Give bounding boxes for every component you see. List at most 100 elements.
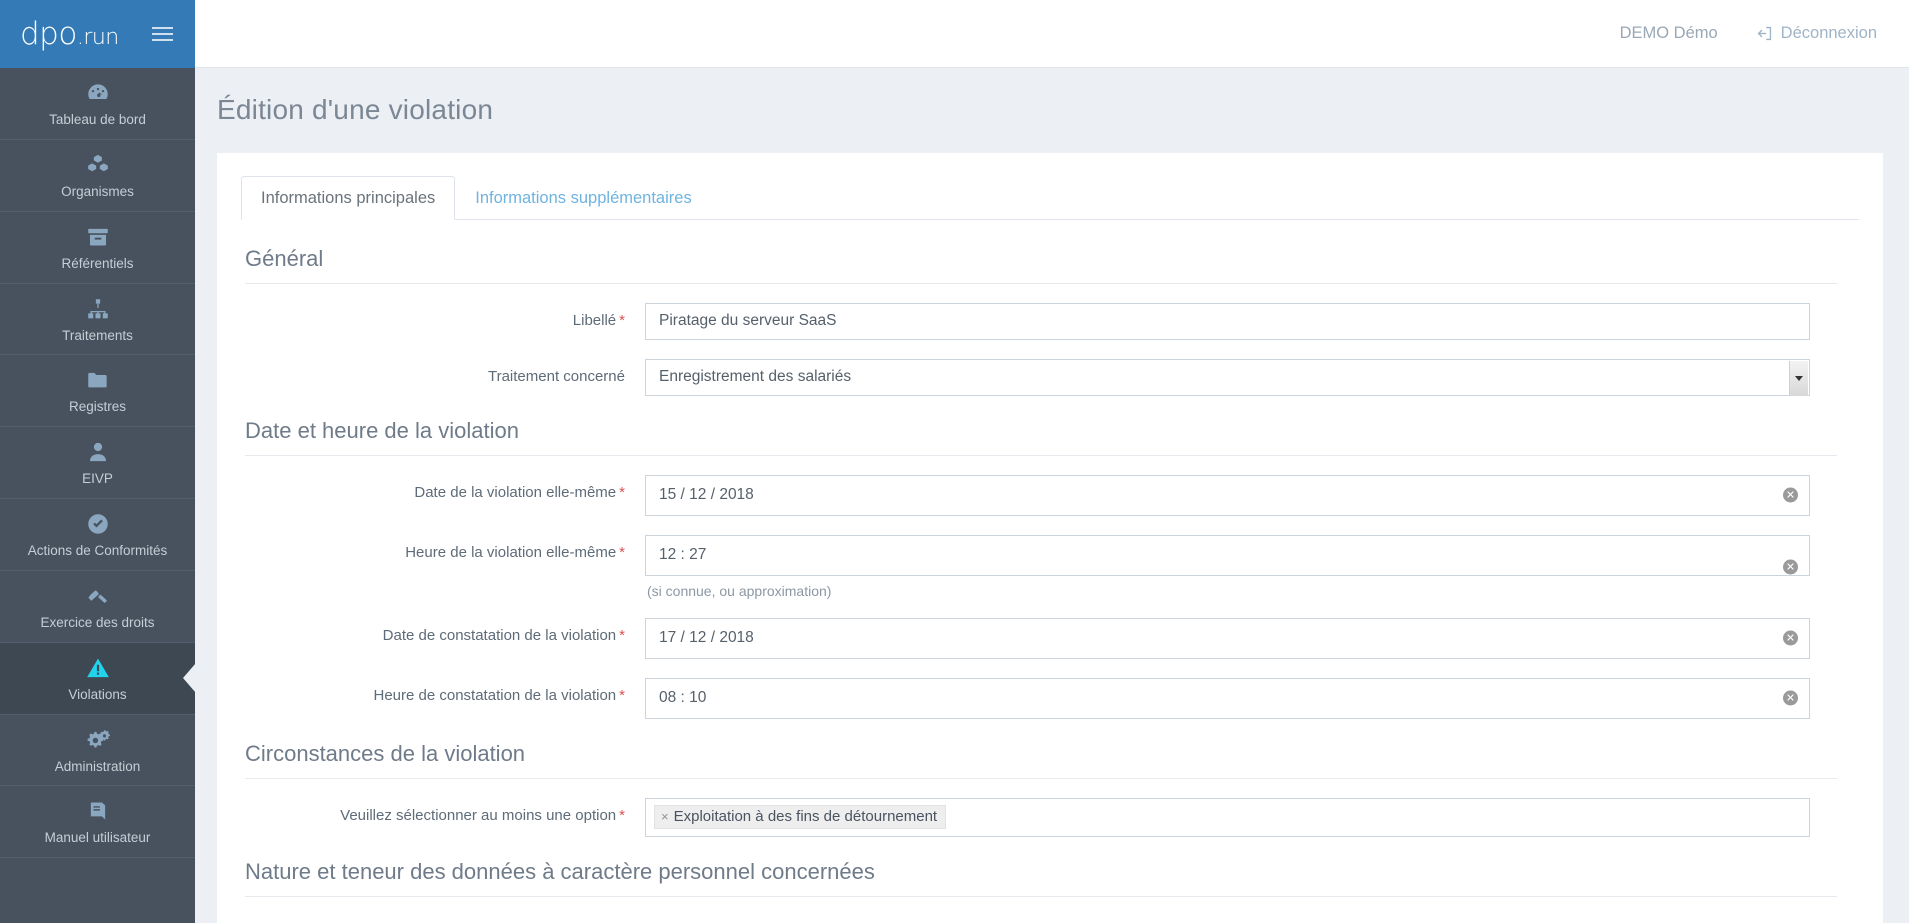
clear-circle-icon[interactable]: ✕ (1783, 559, 1798, 575)
sidebar-item-exercice-des-droits[interactable]: Exercice des droits (0, 571, 195, 643)
check-circle-icon (4, 511, 191, 537)
date-violation-input[interactable]: 15 / 12 / 2018 (645, 474, 1810, 516)
required-marker: * (619, 626, 625, 644)
chevron-down-icon[interactable] (1789, 360, 1808, 396)
circonstances-tag-input[interactable]: × Exploitation à des fins de détournemen… (645, 797, 1810, 837)
field-row-heure-violation: Heure de la violation elle-même * 12 : 27… (245, 534, 1837, 599)
tag-remove-icon[interactable]: × (661, 809, 669, 824)
archive-box-icon (4, 224, 191, 250)
section-title-date-heure: Date et heure de la violation (245, 418, 1837, 456)
tab-bar: Informations principales Informations sup… (241, 175, 1859, 220)
control-heure-violation: 12 : 27 ✕ (si connue, ou approximation) (645, 534, 1810, 599)
user-icon (4, 439, 191, 465)
tag-label: Exploitation à des fins de détournement (673, 808, 938, 826)
control-libelle: Piratage du serveur SaaS (645, 302, 1810, 340)
sidebar-item-violations[interactable]: Violations (0, 642, 195, 715)
heure-violation-helper: (si connue, ou approximation) (647, 582, 832, 599)
page-content: Édition d'une violation Informations pri… (195, 68, 1909, 923)
folder-icon (4, 367, 191, 393)
required-marker: * (619, 686, 625, 704)
sidebar-item-label: Traitements (62, 327, 133, 343)
gavel-icon (4, 583, 191, 609)
sidebar-item-tableau-de-bord[interactable]: Tableau de bord (0, 68, 195, 140)
violation-form: Général Libellé * Piratage du serveur Saa… (217, 220, 1883, 897)
warning-triangle-icon (4, 655, 191, 681)
field-row-date-constatation: Date de constatation de la violation * 17… (245, 617, 1837, 659)
label-circonstances-text: Veuillez sélectionner au moins une optio… (340, 806, 617, 824)
logo-text: dpo (20, 15, 77, 52)
traitement-select-value: Enregistrement des salariés (659, 368, 852, 386)
label-heure-violation-text: Heure de la violation elle-même (405, 543, 617, 561)
required-marker: * (619, 483, 625, 501)
sidebar-item-label: Tableau de bord (49, 112, 146, 127)
sidebar-item-registres[interactable]: Registres (0, 355, 195, 428)
tab-informations-principales[interactable]: Informations principales (241, 176, 456, 220)
heure-constatation-input[interactable]: 08 : 10 (645, 677, 1810, 719)
field-row-heure-constatation: Heure de constatation de la violation * 0… (245, 677, 1837, 719)
sidebar: dpo.run Tableau de bord Organismes Référen… (0, 0, 195, 923)
sidebar-item-label: EIVP (82, 471, 113, 487)
field-row-traitement: Traitement concerné Enregistrement des s… (245, 358, 1837, 396)
label-circonstances: Veuillez sélectionner au moins une optio… (245, 798, 645, 826)
hamburger-icon[interactable] (148, 23, 177, 45)
libelle-input[interactable]: Piratage du serveur SaaS (645, 302, 1810, 340)
tab-informations-supplementaires[interactable]: Informations supplémentaires (455, 176, 711, 220)
book-icon (4, 798, 191, 824)
sitemap-icon (4, 296, 191, 322)
sidebar-item-administration[interactable]: Administration (0, 715, 195, 787)
sidebar-item-label: Administration (54, 758, 141, 774)
active-indicator-arrow (183, 663, 195, 694)
clear-circle-icon[interactable]: ✕ (1783, 487, 1798, 503)
sidebar-item-traitements[interactable]: Traitements (0, 284, 195, 356)
boxes-icon (4, 152, 191, 178)
content-panel: Informations principales Informations sup… (217, 153, 1883, 923)
sidebar-item-label: Référentiels (61, 255, 134, 271)
label-traitement: Traitement concerné (487, 367, 625, 385)
sidebar-item-label: Organismes (61, 183, 134, 199)
sidebar-item-label: Actions de Conformités (27, 543, 168, 559)
required-marker: * (619, 806, 625, 824)
app-logo[interactable]: dpo.run (20, 15, 119, 52)
app-root: dpo.run Tableau de bord Organismes Référen… (0, 0, 1909, 923)
clear-circle-icon[interactable]: ✕ (1783, 630, 1798, 646)
traitement-select[interactable]: Enregistrement des salariés (645, 358, 1810, 396)
sidebar-item-referentiels[interactable]: Référentiels (0, 212, 195, 284)
field-row-libelle: Libellé * Piratage du serveur SaaS (245, 302, 1837, 340)
heure-violation-input[interactable]: 12 : 27 (645, 534, 1810, 576)
control-circonstances: × Exploitation à des fins de détournemen… (645, 797, 1810, 837)
sidebar-brand: dpo.run (0, 0, 195, 68)
tag-item[interactable]: × Exploitation à des fins de détournemen… (654, 805, 947, 830)
required-marker: * (619, 311, 625, 329)
clear-circle-icon[interactable]: ✕ (1783, 690, 1798, 706)
logo-suffix: .run (76, 24, 119, 50)
sidebar-item-label: Exercice des droits (40, 614, 155, 630)
topbar-user-label[interactable]: DEMO Démo (1620, 24, 1718, 43)
page-title: Édition d'une violation (217, 94, 494, 125)
label-heure-violation: Heure de la violation elle-même * (245, 535, 645, 563)
logout-label: Déconnexion (1780, 24, 1877, 42)
label-date-constatation: Date de constatation de la violation * (245, 618, 645, 646)
sidebar-item-actions-de-conformites[interactable]: Actions de Conformités (0, 499, 195, 571)
logout-button[interactable]: Déconnexion (1756, 24, 1877, 43)
date-constatation-input[interactable]: 17 / 12 / 2018 (645, 617, 1810, 659)
sidebar-item-label: Violations (68, 686, 127, 702)
sidebar-item-manuel-utilisateur[interactable]: Manuel utilisateur (0, 786, 195, 859)
sidebar-item-eivp[interactable]: EIVP (0, 427, 195, 500)
control-date-constatation: 17 / 12 / 2018 ✕ (645, 617, 1810, 659)
sidebar-nav: Tableau de bord Organismes Référentiels Tra… (0, 68, 195, 859)
section-title-circonstances: Circonstances de la violation (245, 741, 1837, 779)
gears-icon (4, 727, 191, 753)
topbar: DEMO Démo Déconnexion (195, 0, 1909, 68)
dashboard-gauge-icon (4, 80, 191, 106)
field-row-circonstances: Veuillez sélectionner au moins une optio… (245, 797, 1837, 837)
label-heure-constatation: Heure de constatation de la violation * (245, 678, 645, 706)
section-title-general: Général (245, 246, 1837, 284)
field-row-date-violation: Date de la violation elle-même * 15 / 12 … (245, 474, 1837, 516)
control-heure-constatation: 08 : 10 ✕ (645, 677, 1810, 719)
sidebar-item-label: Registres (68, 399, 127, 415)
label-date-constatation-text: Date de constatation de la violation (382, 626, 617, 644)
label-date-violation: Date de la violation elle-même * (245, 475, 645, 503)
control-traitement: Enregistrement des salariés (645, 358, 1810, 396)
sidebar-item-organismes[interactable]: Organismes (0, 140, 195, 212)
control-date-violation: 15 / 12 / 2018 ✕ (645, 474, 1810, 516)
